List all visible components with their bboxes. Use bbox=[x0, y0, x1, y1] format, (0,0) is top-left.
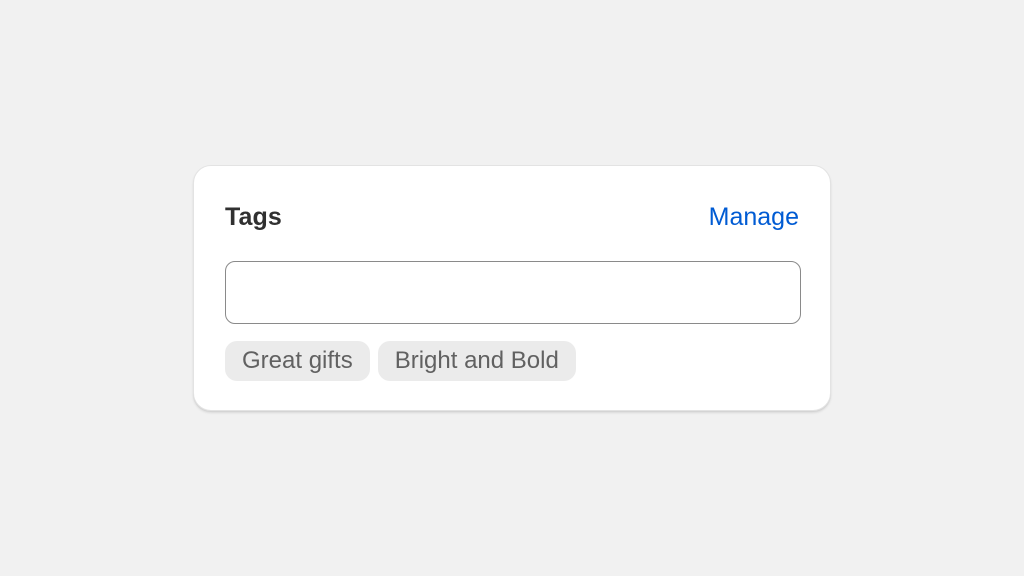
manage-link[interactable]: Manage bbox=[709, 203, 799, 232]
tag-great-gifts[interactable]: Great gifts bbox=[225, 341, 370, 381]
card-title: Tags bbox=[225, 202, 282, 231]
tags-input[interactable] bbox=[225, 261, 801, 324]
tag-list: Great gifts Bright and Bold bbox=[225, 341, 576, 381]
tag-bright-and-bold[interactable]: Bright and Bold bbox=[377, 341, 576, 381]
tags-card: Tags Manage Great gifts Bright and Bold bbox=[193, 165, 831, 411]
card-header: Tags Manage bbox=[225, 200, 799, 234]
